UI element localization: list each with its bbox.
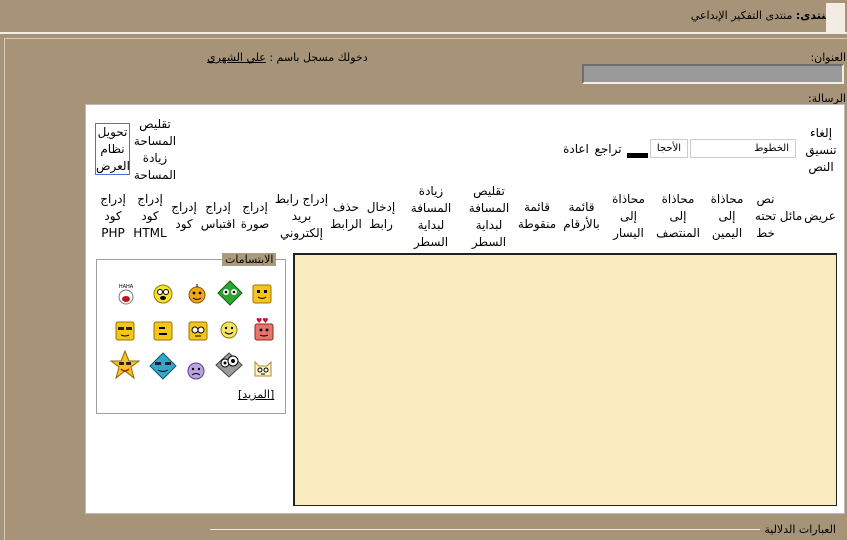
forum-breadcrumb: المنتدى: منتدى التفكير الإبداعي [691,9,841,22]
square-smile-icon[interactable] [251,283,273,305]
dizzy-face-icon[interactable] [152,283,174,305]
svg-text:HAHA: HAHA [119,284,134,290]
align-right-button[interactable]: محاذاة إلى اليمين [706,191,748,242]
insert-quote-button[interactable]: إدراج اقتباس [198,199,238,233]
convert-display-mode-button[interactable]: تحويل نظام العرض [95,123,130,175]
cat-face-icon[interactable] [252,358,274,380]
title-label: العنوان: [810,51,846,64]
font-select[interactable]: الخطوط [690,139,796,158]
star-face-icon[interactable] [110,350,140,380]
bold-button[interactable]: عريض [803,208,837,225]
ordered-list-button[interactable]: قائمة بالأرقام [558,199,605,233]
bullet-list-button[interactable]: قائمة منقوطة [516,199,558,233]
login-info: دخولك مسجل باسم : علي الشهري [207,51,368,64]
forum-name: منتدى التفكير الإبداعي [690,9,793,22]
insert-image-button[interactable]: إدراج صورة [240,199,270,233]
keywords-label: العبارات الدلالية [764,523,836,536]
purple-sad-face-icon[interactable] [187,362,205,380]
align-center-button[interactable]: محاذاة إلى المنتصف [653,191,703,242]
top-header-bar: المنتدى: منتدى التفكير الإبداعي [0,0,847,34]
shrink-area-button[interactable]: تقليص المساحة [129,116,181,150]
more-smilies-link[interactable]: [المزيد] [238,388,274,401]
message-textarea[interactable] [293,253,837,506]
insert-link-button[interactable]: إدخال رابط [366,199,396,233]
grey-diamond-face-icon[interactable] [214,351,244,379]
love-face-icon[interactable]: ♥♥ [252,316,276,342]
smilies-legend: الابتسامات [222,253,277,266]
outdent-button[interactable]: تقليص المسافة لبداية السطر [463,183,515,251]
insert-email-button[interactable]: إدراج رابط بريد إلكتروني [274,191,329,242]
insert-html-button[interactable]: إدراج كود HTML [131,191,169,242]
indent-button[interactable]: زيادة المسافة لبداية السطر [405,183,457,251]
login-prefix: دخولك مسجل باسم : [269,51,368,64]
title-input[interactable] [582,64,844,84]
blue-diamond-face-icon[interactable] [149,352,177,380]
remove-format-button[interactable]: إلغاء تنسيق النص [805,125,837,176]
grin-face-icon[interactable] [220,321,238,339]
flat-mouth-square-icon[interactable] [152,320,174,342]
underline-button[interactable]: نص تحته خط [753,191,778,242]
green-diamond-face-icon[interactable] [217,280,243,306]
username-link[interactable]: علي الشهري [207,51,266,64]
align-left-button[interactable]: محاذاة إلى اليسار [606,191,651,242]
insert-code-button[interactable]: إدراج كود [170,199,198,233]
header-scroll-box [826,3,845,33]
glasses-square-icon[interactable] [187,320,209,342]
remove-link-button[interactable]: حذف الرابط [329,199,363,233]
cool-square-icon[interactable] [114,320,136,342]
color-picker-swatch[interactable] [627,153,648,158]
italic-button[interactable]: مائل [778,208,804,225]
keywords-divider [210,529,760,530]
grow-area-button[interactable]: زيادة المساحة [129,150,181,184]
size-select[interactable]: الأحجا [650,139,688,158]
hahaha-face-icon[interactable]: HAHA [115,283,137,305]
insert-php-button[interactable]: إدراج كود PHP [97,191,129,242]
orange-wink-face-icon[interactable] [186,283,208,305]
redo-button[interactable]: اعادة [559,141,593,158]
undo-button[interactable]: تراجع [593,141,623,158]
